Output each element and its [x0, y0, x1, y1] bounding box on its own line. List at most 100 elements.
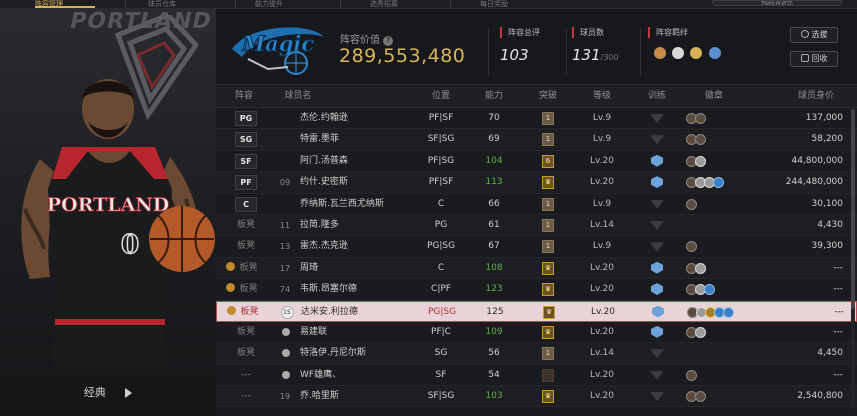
table-row-selected[interactable]: 板凳 15 达米安.利拉德 PG|SG 125 ♛ Lv.20 --- — [216, 300, 857, 323]
table-row[interactable]: SF 阿门.汤普森 PF|SG 104 6 Lv.20 44,800,000 — [216, 151, 857, 173]
badge-icon — [723, 306, 734, 318]
training-icon[interactable] — [650, 242, 664, 252]
breakthrough-crown-icon: ♛ — [542, 283, 554, 297]
training-icon[interactable] — [650, 199, 664, 209]
player-value: 39,300 — [811, 241, 844, 252]
player-name[interactable]: 特洛伊.丹尼尔斯 — [300, 343, 420, 364]
training-icon[interactable] — [650, 114, 664, 123]
style-switcher[interactable]: 经典 — [0, 384, 216, 400]
table-row[interactable]: --- 19 乔.哈里斯 SF|SG 103 ♛ Lv.20 2,540,800 — [216, 386, 857, 408]
table-row[interactable]: PF 09 约什.史密斯 PF|SF 113 ♛ Lv.20 244,480,0… — [216, 172, 857, 194]
col-header-name[interactable]: 球员名 — [278, 85, 318, 108]
col-header-position[interactable]: 位置 — [421, 85, 461, 108]
player-name[interactable]: 周琦 — [300, 258, 420, 279]
training-icon[interactable] — [650, 370, 664, 380]
player-value: --- — [833, 262, 843, 273]
player-ability: 70 — [488, 113, 500, 123]
player-ability: 61 — [488, 219, 500, 230]
jersey-number — [278, 108, 292, 129]
col-header-level[interactable]: 等级 — [581, 85, 623, 108]
table-row[interactable]: 板凳 11 拉简.隆多 PG 61 1 Lv.14 4,430 — [216, 214, 857, 237]
player-name[interactable]: 约什.史密斯 — [300, 172, 420, 193]
player-position: SF|SG — [427, 134, 455, 145]
player-name[interactable]: 乔.哈里斯 — [300, 386, 420, 407]
next-arrow-icon[interactable] — [125, 388, 133, 398]
jersey-number: 17 — [279, 263, 291, 273]
tab-rewards[interactable]: 每日奖励 — [480, 0, 540, 8]
bond-icons[interactable] — [654, 47, 724, 62]
training-icon[interactable] — [651, 154, 663, 167]
player-position: SF — [435, 369, 447, 380]
stat-bonds-label: 阵容羁绊 — [648, 27, 688, 38]
team-logo: Magic — [232, 27, 324, 75]
player-value: 4,430 — [817, 219, 843, 230]
player-level: Lv.20 — [590, 177, 614, 188]
training-icon[interactable] — [651, 325, 663, 338]
tab-draft[interactable]: 选秀招募 — [370, 0, 430, 8]
player-name[interactable]: 特雷.墨菲 — [300, 129, 420, 150]
badge-icon — [686, 198, 697, 210]
col-header-value[interactable]: 球员身价 — [781, 85, 851, 108]
training-icon[interactable] — [650, 349, 664, 359]
col-header-breakthrough[interactable]: 突破 — [528, 85, 568, 108]
table-row[interactable]: --- WF雄鹰、 SF 54 Lv.20 --- — [216, 365, 857, 387]
player-position: C — [437, 198, 445, 209]
table-row[interactable]: 板凳 17 周琦 C 108 ♛ Lv.20 --- — [216, 257, 857, 280]
table-row[interactable]: 板凳 特洛伊.丹尼尔斯 SG 56 1 Lv.14 4,450 — [216, 343, 857, 365]
bond-icon — [690, 47, 703, 59]
table-row[interactable]: C 乔纳斯.瓦兰西尤纳斯 C 66 1 Lv.9 30,100 — [216, 194, 857, 215]
player-value: 137,000 — [805, 113, 843, 123]
jersey-number: 13 — [279, 242, 291, 252]
player-name[interactable]: 雷杰.杰克逊 — [300, 236, 420, 257]
training-icon[interactable] — [651, 261, 663, 274]
col-header-lineup[interactable]: 阵容 — [216, 85, 272, 108]
table-scrollbar[interactable] — [851, 109, 855, 409]
style-label: 经典 — [83, 386, 106, 399]
player-name[interactable]: 乔纳斯.瓦兰西尤纳斯 — [300, 194, 420, 215]
bond-icon — [672, 47, 685, 59]
player-name[interactable]: 达米安.利拉德 — [301, 302, 421, 323]
training-icon[interactable] — [651, 176, 663, 189]
scrollbar-thumb[interactable] — [851, 109, 855, 309]
breakthrough-crown-icon: ♛ — [542, 261, 554, 275]
table-row[interactable]: PG 杰伦.约翰逊 PF|SF 70 1 Lv.9 137,000 — [216, 108, 857, 130]
player-ability: 69 — [488, 134, 500, 145]
player-ability: 123 — [485, 284, 503, 295]
recycle-button[interactable]: 回收 — [790, 51, 838, 67]
player-name[interactable]: 杰伦.约翰逊 — [300, 108, 420, 129]
breakthrough-crown-icon: ♛ — [542, 390, 554, 404]
breakthrough-crown-icon: ♛ — [542, 325, 554, 339]
player-level: Lv.20 — [590, 262, 614, 273]
player-ability: 67 — [488, 241, 500, 252]
training-icon[interactable] — [652, 305, 664, 318]
player-name[interactable]: 阿门.汤普森 — [300, 151, 420, 172]
table-row[interactable]: 板凳 易建联 PF|C 109 ♛ Lv.20 --- — [216, 322, 857, 344]
player-name[interactable]: 易建联 — [300, 322, 420, 343]
training-icon[interactable] — [651, 283, 663, 296]
tab-ability[interactable]: 能力提升 — [255, 0, 315, 8]
player-level: Lv.20 — [590, 391, 614, 402]
col-header-ability[interactable]: 能力 — [474, 85, 514, 108]
compare-button[interactable]: ffe阵容对比 — [712, 0, 842, 6]
select-button[interactable]: 选拔 — [790, 27, 838, 43]
bond-icon — [708, 47, 721, 59]
role-label: 板凳 — [236, 348, 255, 359]
player-name[interactable]: 韦斯.昂塞尔德 — [300, 279, 420, 300]
badge-icon — [695, 155, 706, 167]
table-row[interactable]: SG 特雷.墨菲 SF|SG 69 1 Lv.9 58,200 — [216, 129, 857, 151]
training-icon[interactable] — [650, 135, 664, 145]
roster-table: 阵容 球员名 位置 能力 突破 等级 训练 徽章 球员身价 PG 杰伦.约翰逊 … — [216, 85, 857, 416]
player-name[interactable]: 拉简.隆多 — [300, 215, 420, 236]
col-header-badges[interactable]: 徽章 — [694, 85, 734, 108]
col-header-training[interactable]: 训练 — [637, 85, 677, 108]
player-name[interactable]: WF雄鹰、 — [300, 365, 420, 386]
table-row[interactable]: 板凳 13 雷杰.杰克逊 PG|SG 67 1 Lv.9 39,300 — [216, 236, 857, 258]
player-value: 4,450 — [817, 348, 843, 359]
table-row[interactable]: 板凳 74 韦斯.昂塞尔德 C|PF 123 ♛ Lv.20 --- — [216, 279, 857, 301]
tab-player-warehouse[interactable]: 球员仓库 — [148, 0, 208, 8]
role-label: 板凳 — [221, 302, 265, 323]
jersey-number — [278, 151, 292, 172]
training-icon[interactable] — [650, 220, 664, 230]
training-icon[interactable] — [650, 392, 664, 402]
tab-lineup[interactable]: 阵容管理 — [35, 0, 95, 8]
